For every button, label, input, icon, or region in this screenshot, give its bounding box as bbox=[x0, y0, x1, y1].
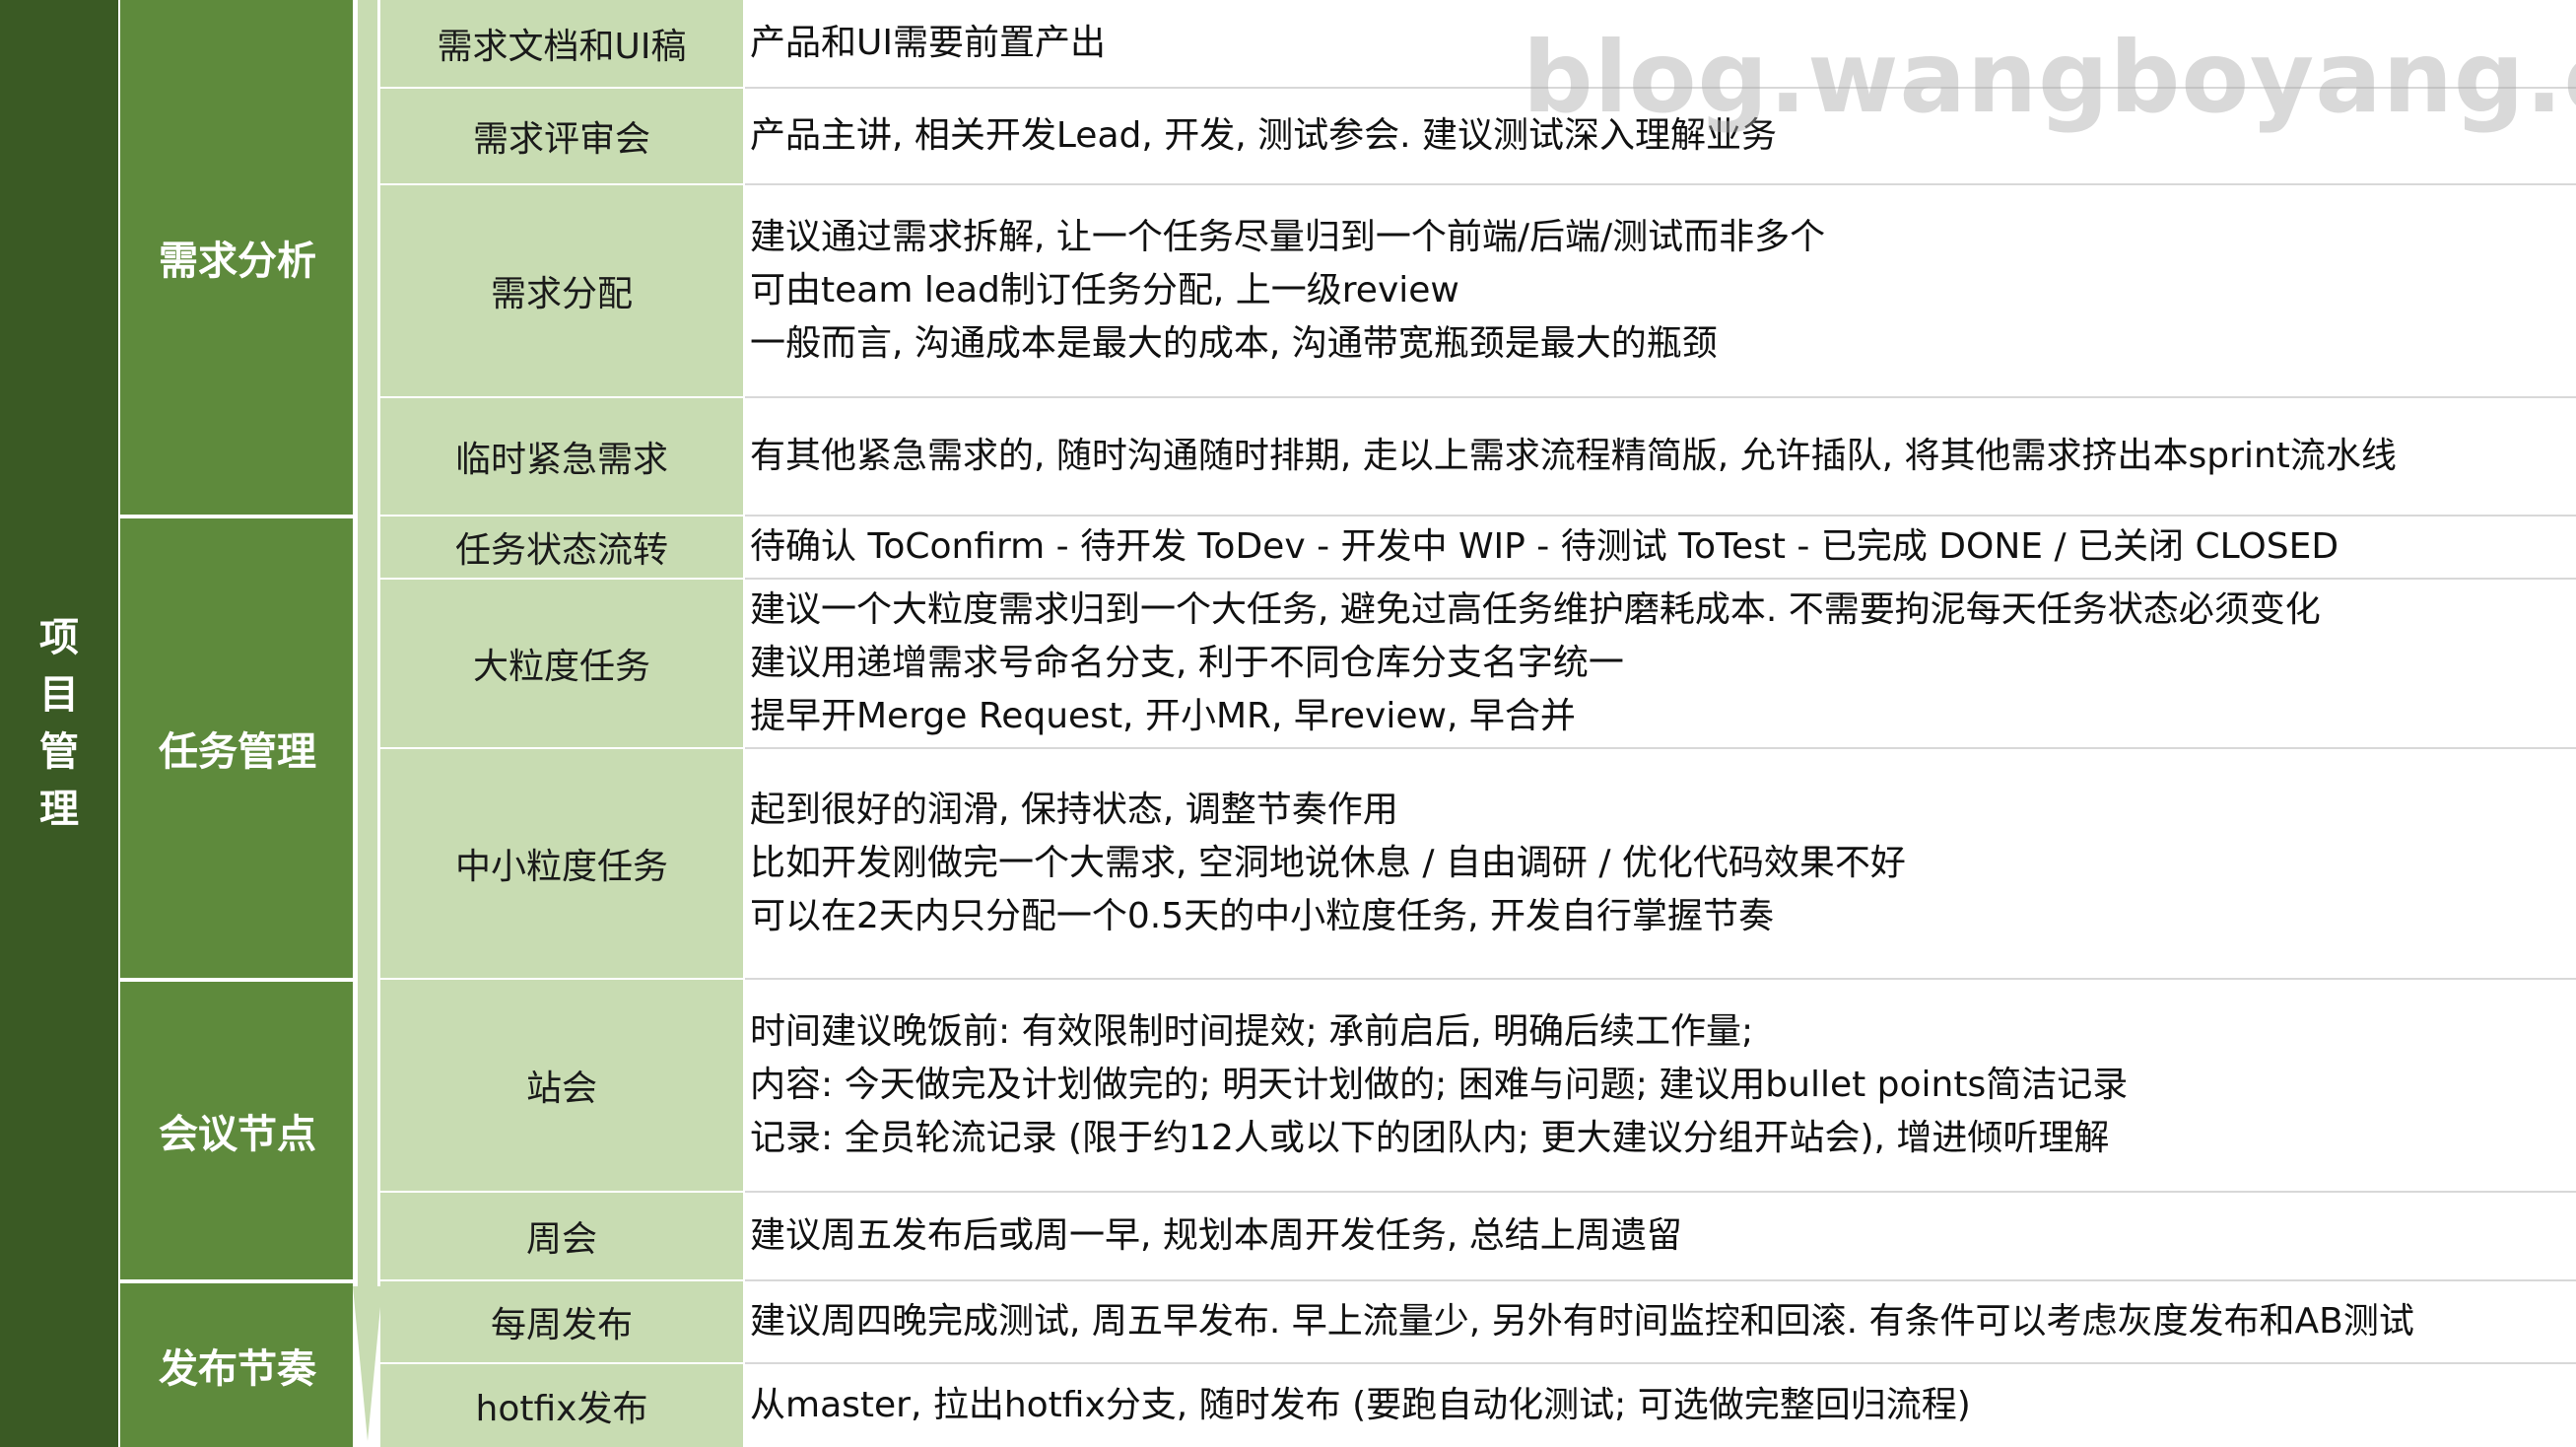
desc-line: 从master, 拉出hotfix分支, 随时发布 (要跑自动化测试; 可选做完… bbox=[750, 1385, 1971, 1425]
project-cell: 项目管理 bbox=[0, 0, 118, 1447]
category-requirements: 需求分析 bbox=[120, 0, 355, 515]
desc-line: 可以在2天内只分配一个0.5天的中小粒度任务, 开发自行掌握节奏 bbox=[750, 896, 1775, 936]
desc-line: 比如开发刚做完一个大需求, 空洞地说休息 / 自由调研 / 优化代码效果不好 bbox=[750, 843, 1906, 883]
row-divider bbox=[745, 978, 2576, 980]
row-divider bbox=[745, 396, 2576, 398]
category-label: 需求分析 bbox=[159, 239, 316, 284]
row-label-weekly-release: 每周发布 bbox=[380, 1281, 743, 1362]
desc-line: 建议通过需求拆解, 让一个任务尽量归到一个前端/后端/测试而非多个 bbox=[750, 217, 1826, 257]
row-divider bbox=[745, 515, 2576, 517]
row-desc-weekly-meeting: 建议周五发布后或周一早, 规划本周开发任务, 总结上周遗留 bbox=[745, 1193, 2576, 1279]
category-label: 会议节点 bbox=[159, 1112, 316, 1157]
row-label-urgent: 临时紧急需求 bbox=[380, 398, 743, 515]
row-label-standup: 站会 bbox=[380, 980, 743, 1191]
desc-line: 起到很好的润滑, 保持状态, 调整节奏作用 bbox=[750, 790, 1398, 830]
row-divider bbox=[745, 183, 2576, 185]
desc-line: 待确认 ToConfirm - 待开发 ToDev - 开发中 WIP - 待测… bbox=[750, 526, 2339, 567]
row-desc-urgent: 有其他紧急需求的, 随时沟通随时排期, 走以上需求流程精简版, 允许插队, 将其… bbox=[745, 398, 2576, 515]
row-label-weekly-meeting: 周会 bbox=[380, 1193, 743, 1279]
category-tasks: 任务管理 bbox=[120, 518, 355, 978]
row-label-large-task: 大粒度任务 bbox=[380, 580, 743, 747]
desc-line: 一般而言, 沟通成本是最大的成本, 沟通带宽瓶颈是最大的瓶颈 bbox=[750, 323, 1718, 364]
row-divider bbox=[745, 1191, 2576, 1193]
mind-map-table: 项目管理 需求分析 任务管理 会议节点 发布节奏 需求文档和UI稿 需求评审会 … bbox=[0, 0, 2576, 1447]
category-release: 发布节奏 bbox=[120, 1283, 355, 1447]
row-desc-large-task: 建议一个大粒度需求归到一个大任务, 避免过高任务维护磨耗成本. 不需要拘泥每天任… bbox=[745, 580, 2576, 747]
project-title: 项目管理 bbox=[39, 615, 79, 832]
row-desc-assign: 建议通过需求拆解, 让一个任务尽量归到一个前端/后端/测试而非多个 可由team… bbox=[745, 185, 2576, 396]
desc-line: 有其他紧急需求的, 随时沟通随时排期, 走以上需求流程精简版, 允许插队, 将其… bbox=[750, 436, 2397, 476]
desc-line: 内容: 今天做完及计划做完的; 明天计划做的; 困难与问题; 建议用bullet… bbox=[750, 1065, 2129, 1105]
row-desc-doc: 产品和UI需要前置产出 bbox=[745, 0, 2576, 87]
row-desc-standup: 时间建议晚饭前: 有效限制时间提效; 承前启后, 明确后续工作量; 内容: 今天… bbox=[745, 980, 2576, 1191]
row-divider bbox=[745, 1362, 2576, 1364]
row-divider bbox=[745, 87, 2576, 89]
desc-line: 可由team lead制订任务分配, 上一级review bbox=[750, 270, 1459, 310]
desc-line: 产品和UI需要前置产出 bbox=[750, 23, 1106, 63]
row-label-doc: 需求文档和UI稿 bbox=[380, 0, 743, 87]
row-label-hotfix: hotfix发布 bbox=[380, 1364, 743, 1447]
row-divider bbox=[745, 1279, 2576, 1281]
row-desc-weekly-release: 建议周四晚完成测试, 周五早发布. 早上流量少, 另外有时间监控和回滚. 有条件… bbox=[745, 1281, 2576, 1362]
desc-line: 产品主讲, 相关开发Lead, 开发, 测试参会. 建议测试深入理解业务 bbox=[750, 115, 1778, 156]
desc-line: 建议周五发布后或周一早, 规划本周开发任务, 总结上周遗留 bbox=[750, 1215, 1682, 1256]
desc-line: 提早开Merge Request, 开小MR, 早review, 早合并 bbox=[750, 696, 1576, 736]
row-label-status-flow: 任务状态流转 bbox=[380, 517, 743, 578]
row-label-review: 需求评审会 bbox=[380, 89, 743, 183]
row-divider bbox=[745, 578, 2576, 580]
row-label-assign: 需求分配 bbox=[380, 185, 743, 396]
row-desc-small-task: 起到很好的润滑, 保持状态, 调整节奏作用 比如开发刚做完一个大需求, 空洞地说… bbox=[745, 749, 2576, 978]
category-label: 发布节奏 bbox=[159, 1346, 316, 1392]
row-desc-review: 产品主讲, 相关开发Lead, 开发, 测试参会. 建议测试深入理解业务 bbox=[745, 89, 2576, 183]
category-meetings: 会议节点 bbox=[120, 982, 355, 1279]
desc-line: 建议周四晚完成测试, 周五早发布. 早上流量少, 另外有时间监控和回滚. 有条件… bbox=[750, 1301, 2414, 1342]
category-label: 任务管理 bbox=[159, 729, 316, 775]
desc-line: 时间建议晚饭前: 有效限制时间提效; 承前启后, 明确后续工作量; bbox=[750, 1011, 1754, 1052]
desc-line: 建议一个大粒度需求归到一个大任务, 避免过高任务维护磨耗成本. 不需要拘泥每天任… bbox=[750, 589, 2321, 630]
flow-arrow-icon bbox=[353, 0, 382, 1447]
row-desc-hotfix: 从master, 拉出hotfix分支, 随时发布 (要跑自动化测试; 可选做完… bbox=[745, 1364, 2576, 1447]
row-divider bbox=[745, 747, 2576, 749]
row-label-small-task: 中小粒度任务 bbox=[380, 749, 743, 978]
desc-line: 记录: 全员轮流记录 (限于约12人或以下的团队内; 更大建议分组开站会), 增… bbox=[750, 1118, 2110, 1158]
desc-line: 建议用递增需求号命名分支, 利于不同仓库分支名字统一 bbox=[750, 643, 1624, 683]
row-desc-status-flow: 待确认 ToConfirm - 待开发 ToDev - 开发中 WIP - 待测… bbox=[745, 517, 2576, 578]
